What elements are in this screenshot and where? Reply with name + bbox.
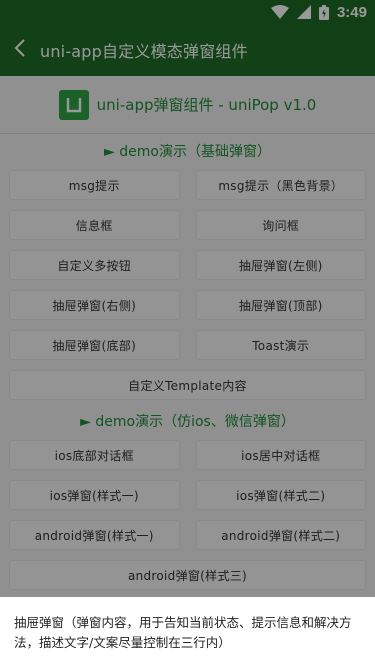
drawer-content-text: 抽屉弹窗（弹窗内容，用于告知当前状态、提示信息和解决方法，描述文字/文案尽量控制… (14, 615, 352, 650)
modal-mask[interactable] (0, 0, 375, 667)
bottom-drawer-popup: 抽屉弹窗（弹窗内容，用于告知当前状态、提示信息和解决方法，描述文字/文案尽量控制… (0, 597, 375, 667)
